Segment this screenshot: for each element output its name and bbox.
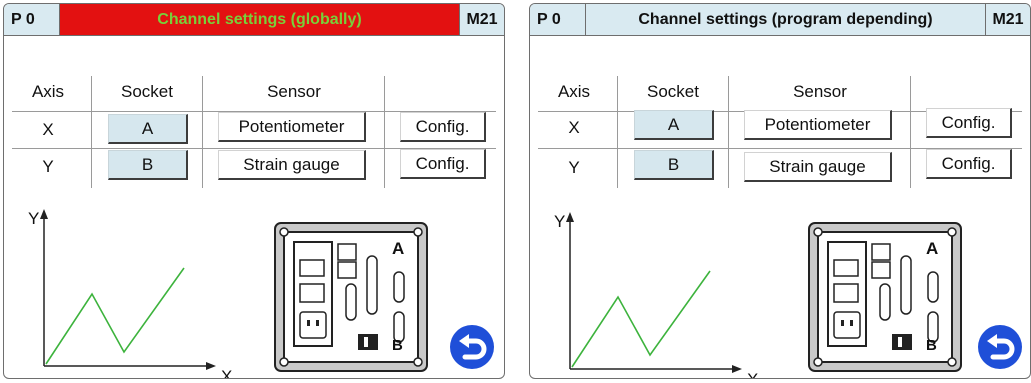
back-button[interactable] [978, 325, 1022, 369]
return-arrow-icon [459, 334, 487, 360]
curve [571, 270, 711, 368]
axis-y: Y [42, 157, 54, 176]
xy-graph: Y X [554, 212, 758, 379]
socket-a-label: A [392, 239, 404, 258]
back-button[interactable] [450, 325, 494, 369]
divider [728, 76, 729, 188]
config-x-button[interactable]: Config. [400, 112, 486, 142]
socket-b-button[interactable]: B [634, 150, 714, 180]
divider [202, 76, 203, 188]
screen-code: M21 [460, 4, 504, 36]
axis-x: X [568, 118, 580, 137]
sensor-y-button[interactable]: Strain gauge [744, 152, 892, 182]
title-bar: P 0 Channel settings (program depending)… [530, 4, 1030, 36]
sensor-x-button[interactable]: Potentiometer [744, 110, 892, 140]
panel-title: Channel settings (program depending) [586, 4, 986, 36]
x-axis-label: X [221, 367, 232, 379]
header-sensor: Sensor [793, 82, 847, 101]
program-number: P 0 [530, 4, 586, 36]
socket-b-label: B [392, 337, 403, 354]
axis-x: X [42, 120, 54, 139]
sensor-x-button[interactable]: Potentiometer [218, 112, 366, 142]
panel-global: P 0 Channel settings (globally) M21 Axis… [3, 3, 505, 379]
header-axis: Axis [31, 82, 65, 101]
y-axis-label: Y [554, 212, 565, 231]
header-axis: Axis [557, 82, 591, 101]
header-socket: Socket [647, 82, 699, 101]
socket-a-button[interactable]: A [634, 110, 714, 140]
config-y-button[interactable]: Config. [926, 149, 1012, 179]
socket-b-label: B [926, 337, 937, 354]
connector-panel-icon: A B [274, 222, 428, 372]
header-sensor: Sensor [267, 82, 321, 101]
socket-b-button[interactable]: B [108, 150, 188, 180]
return-arrow-icon [987, 334, 1015, 360]
x-axis-label: X [747, 370, 758, 379]
panel-program: P 0 Channel settings (program depending)… [529, 3, 1031, 379]
divider [91, 76, 92, 188]
sensor-y-button[interactable]: Strain gauge [218, 150, 366, 180]
connector-panel-icon: A B [808, 222, 962, 372]
y-axis-label: Y [28, 209, 39, 228]
title-bar: P 0 Channel settings (globally) M21 [4, 4, 504, 36]
divider [910, 76, 911, 188]
axis-y: Y [568, 158, 580, 177]
config-y-button[interactable]: Config. [400, 149, 486, 179]
socket-a-button[interactable]: A [108, 114, 188, 144]
curve [45, 267, 185, 365]
panel-title: Channel settings (globally) [60, 4, 460, 36]
program-number: P 0 [4, 4, 60, 36]
header-socket: Socket [121, 82, 173, 101]
divider [384, 76, 385, 188]
xy-graph: Y X [28, 209, 232, 379]
socket-a-label: A [926, 239, 938, 258]
screen-code: M21 [986, 4, 1030, 36]
divider [617, 76, 618, 188]
config-x-button[interactable]: Config. [926, 108, 1012, 138]
